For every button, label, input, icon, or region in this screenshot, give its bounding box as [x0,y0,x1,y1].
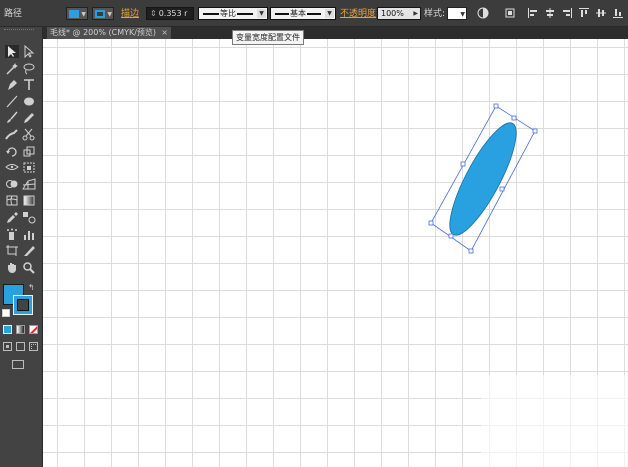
tooltip: 变量宽度配置文件 [232,30,304,45]
column-graph-tool-icon[interactable] [22,228,36,241]
shape-builder-tool-icon[interactable] [5,178,19,191]
selection-tool-icon[interactable] [5,45,19,58]
caret-down-icon: ▼ [107,11,112,18]
graphic-style-swatch[interactable]: ▼ [447,7,467,20]
align-top-icon[interactable] [578,7,590,19]
scissors-tool-icon[interactable] [22,128,36,141]
rotate-tool-icon[interactable] [5,145,19,158]
eyedropper-tool-icon[interactable] [5,211,19,224]
opacity-field[interactable]: 100% ▶ [377,7,421,20]
draw-normal-icon[interactable] [3,342,12,351]
stroke-weight-value: 0.353 r [158,9,188,18]
pen-tool-icon[interactable] [5,78,19,91]
gradient-tool-icon[interactable] [22,194,36,207]
blob-brush-tool-icon[interactable] [5,128,19,141]
chevron-down-icon: ▼ [325,9,334,18]
gradient-mode-icon[interactable] [16,325,25,334]
align-bottom-icon[interactable] [612,7,624,19]
stepper-icon: ⇕ [150,9,157,18]
document-tab-title: 毛线* @ 200% (CMYK/预览) [50,28,157,37]
type-tool-icon[interactable] [22,78,36,91]
handle-top-right[interactable] [532,128,538,134]
slice-tool-icon[interactable] [22,244,36,257]
align-right-icon[interactable] [561,7,573,19]
default-fill-stroke-icon[interactable] [2,309,10,317]
document-tab[interactable]: 毛线* @ 200% (CMYK/预览) × [47,27,171,39]
document-tab-bar: 毛线* @ 200% (CMYK/预览) × [43,27,628,39]
align-left-icon[interactable] [527,7,539,19]
free-transform-tool-icon[interactable] [22,161,36,174]
swap-fill-stroke-icon[interactable]: ↰ [28,283,35,292]
opacity-value: 100% [381,9,404,18]
caret-down-icon: ▼ [460,11,465,18]
stroke-color-box[interactable] [13,295,33,315]
handle-right[interactable] [499,186,505,192]
artboard-tool-icon[interactable] [5,244,19,257]
profile-label: 等比 [219,9,237,18]
draw-inside-icon[interactable] [29,342,38,351]
none-mode-icon[interactable] [29,325,38,334]
handle-top[interactable] [493,103,499,109]
stroke-color-swatch [95,10,105,18]
align-to-icon[interactable] [504,7,516,19]
chevron-down-icon: ▼ [257,9,266,18]
fill-swatch-button[interactable]: ▼ [66,7,88,20]
panel-grip[interactable] [4,29,34,32]
tools-panel: ↰ [0,27,43,467]
handle-bottom[interactable] [468,248,474,254]
path-label: 路径 [4,9,23,19]
ellipse-tool-icon[interactable] [22,95,36,108]
draw-behind-icon[interactable] [16,342,25,351]
style-label: 样式: [424,9,446,19]
perspective-grid-tool-icon[interactable] [22,178,36,191]
lasso-tool-icon[interactable] [22,62,36,75]
align-horizontal-center-icon[interactable] [544,7,556,19]
chevron-right-icon: ▶ [413,10,418,17]
scale-tool-icon[interactable] [22,145,36,158]
artboard-canvas[interactable] [43,39,628,467]
change-screen-mode-icon[interactable] [12,360,24,369]
opacity-panel-link[interactable]: 不透明度 [340,9,376,19]
control-bar: 路径 ▼ ▼ 描边 ⇕ 0.353 r 等比 ▼ 基本 ▼ 不透明度 100% ▶… [0,0,628,27]
line-segment-tool-icon[interactable] [5,95,19,108]
close-icon[interactable]: × [161,27,168,39]
fill-color-swatch [69,10,79,18]
stroke-panel-link[interactable]: 描边 [121,9,139,19]
direct-selection-tool-icon[interactable] [22,45,36,58]
stroke-swatch-button[interactable]: ▼ [92,7,114,20]
magic-wand-tool-icon[interactable] [5,62,19,75]
hand-tool-icon[interactable] [5,261,19,274]
paintbrush-tool-icon[interactable] [5,111,19,124]
variable-width-profile-dropdown[interactable]: 等比 ▼ [198,7,268,20]
handle-bottom-mid[interactable] [448,233,454,239]
handle-top-mid[interactable] [511,115,517,121]
canvas-highlight [481,375,628,467]
handle-left[interactable] [460,161,466,167]
brush-definition-dropdown[interactable]: 基本 ▼ [270,7,336,20]
caret-down-icon: ▼ [81,11,86,18]
stroke-weight-field[interactable]: ⇕ 0.353 r [146,7,194,20]
brush-label: 基本 [289,9,307,18]
width-tool-icon[interactable] [5,161,19,174]
symbol-sprayer-tool-icon[interactable] [5,228,19,241]
color-mode-icon[interactable] [3,325,12,334]
align-vertical-center-icon[interactable] [595,7,607,19]
blend-tool-icon[interactable] [22,211,36,224]
recolor-artwork-icon[interactable] [477,7,489,19]
zoom-tool-icon[interactable] [22,261,36,274]
mesh-tool-icon[interactable] [5,194,19,207]
blue-ellipse[interactable] [438,115,527,242]
handle-bottom-left[interactable] [428,220,434,226]
pencil-tool-icon[interactable] [22,111,36,124]
